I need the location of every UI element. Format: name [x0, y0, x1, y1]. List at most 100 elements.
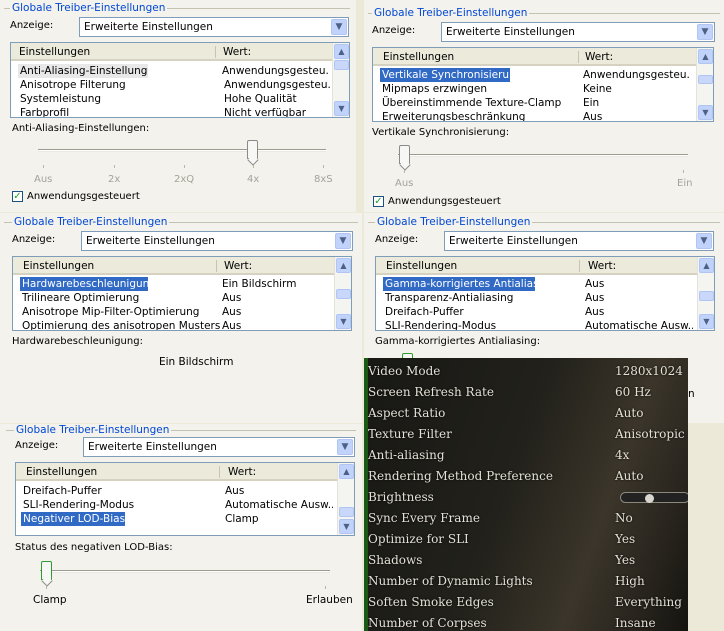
scroll-thumb[interactable] — [339, 507, 354, 517]
list-item[interactable]: Erweiterungsbeschränkung Aus — [376, 110, 696, 121]
brightness-slider[interactable] — [620, 492, 688, 503]
scroll-up-icon[interactable]: ▲ — [336, 258, 351, 273]
scroll-down-icon[interactable]: ▼ — [699, 314, 714, 329]
group-title: Globale Treiber-Einstellungen — [10, 2, 168, 14]
vsync-slider-thumb[interactable] — [399, 145, 410, 164]
list-scrollbar[interactable]: ▲ ▼ — [337, 463, 354, 535]
game-settings-menu: Video Mode 1280x1024 Screen Refresh Rate 6… — [364, 358, 688, 631]
col-value-header[interactable]: Wert: — [588, 260, 616, 272]
col-value-header[interactable]: Wert: — [585, 51, 613, 63]
menu-row-aspect-ratio[interactable]: Aspect Ratio Auto — [368, 403, 688, 424]
view-dropdown[interactable]: Erweiterte Einstellungen ▼ — [83, 437, 355, 457]
checkbox-label[interactable]: Anwendungsgesteuert — [27, 191, 140, 202]
chevron-down-icon[interactable]: ▼ — [696, 233, 712, 249]
aa-slider-track[interactable] — [38, 149, 326, 152]
scroll-down-icon[interactable]: ▼ — [698, 105, 713, 120]
tick-label: Clamp — [33, 594, 67, 606]
aa-slider-thumb[interactable] — [247, 140, 258, 159]
view-label: Anzeige: — [10, 20, 54, 31]
scroll-up-icon[interactable]: ▲ — [334, 44, 349, 59]
scroll-up-icon[interactable]: ▲ — [339, 464, 354, 479]
vsync-slider-track[interactable] — [398, 154, 688, 157]
settings-list[interactable]: Einstellungen Wert: Dreifach-Puffer Aus S… — [15, 462, 355, 536]
lod-bias-slider-track[interactable] — [40, 570, 330, 573]
list-item[interactable]: Optimierung des anisotropen Musters Aus — [16, 319, 334, 330]
menu-row-video-mode[interactable]: Video Mode 1280x1024 — [368, 361, 688, 382]
menu-row-dynamic-lights[interactable]: Number of Dynamic Lights High — [368, 571, 688, 592]
list-item[interactable]: Systemleistung Hohe Qualität — [14, 92, 332, 106]
list-item[interactable]: Übereinstimmende Texture-Clamp Ein — [376, 96, 696, 110]
settings-list[interactable]: Einstellungen Wert: Vertikale Synchronis… — [372, 47, 714, 122]
list-item[interactable]: Negativer LOD-Bias Clamp — [19, 512, 337, 526]
list-item[interactable]: Dreifach-Puffer Aus — [379, 305, 697, 319]
group-title: Globale Treiber-Einstellungen — [14, 424, 172, 436]
chevron-down-icon[interactable]: ▼ — [337, 439, 353, 455]
col-settings-header[interactable]: Einstellungen — [386, 260, 457, 272]
settings-list[interactable]: Einstellungen Wert: Hardwarebeschleunigu… — [12, 256, 352, 331]
list-scrollbar[interactable]: ▲ ▼ — [697, 257, 714, 330]
list-item[interactable]: Gamma-korrigiertes AntialiasingAus — [379, 277, 697, 291]
list-scrollbar[interactable]: ▲ ▼ — [332, 43, 349, 117]
menu-row-rendering-method[interactable]: Rendering Method Preference Auto — [368, 466, 688, 487]
list-item[interactable]: Trilineare Optimierung Aus — [16, 291, 334, 305]
list-scrollbar[interactable]: ▲ ▼ — [696, 48, 713, 121]
col-settings-header[interactable]: Einstellungen — [26, 466, 97, 478]
view-dropdown-value: Erweiterte Einstellungen — [446, 26, 575, 38]
view-dropdown[interactable]: Erweiterte Einstellungen ▼ — [441, 22, 715, 42]
checkbox-label[interactable]: Anwendungsgesteuert — [388, 196, 501, 207]
col-settings-header[interactable]: Einstellungen — [383, 51, 454, 63]
list-item[interactable]: Anti-Aliasing-Einstellungen Anwendungsges… — [14, 64, 332, 78]
chevron-down-icon[interactable]: ▼ — [335, 233, 351, 249]
scroll-down-icon[interactable]: ▼ — [339, 519, 354, 534]
chevron-down-icon[interactable]: ▼ — [331, 19, 347, 35]
menu-row-soften-smoke[interactable]: Soften Smoke Edges Everything — [368, 592, 688, 613]
scroll-up-icon[interactable]: ▲ — [699, 258, 714, 273]
app-controlled-checkbox[interactable]: ✓ — [12, 191, 23, 202]
col-value-header[interactable]: Wert: — [224, 260, 252, 272]
list-item[interactable]: Anisotrope Mip-Filter-Optimierung Aus — [16, 305, 334, 319]
menu-row-shadows[interactable]: Shadows Yes — [368, 550, 688, 571]
tick-label: 2x — [108, 174, 121, 185]
scroll-thumb[interactable] — [698, 75, 713, 84]
settings-list[interactable]: Einstellungen Wert: Anti-Aliasing-Einste… — [10, 42, 350, 118]
menu-row-refresh-rate[interactable]: Screen Refresh Rate 60 Hz — [368, 382, 688, 403]
list-item[interactable]: Hardwarebeschleunigung Ein Bildschirm — [16, 277, 334, 291]
col-value-header[interactable]: Wert: — [223, 46, 251, 58]
menu-row-anti-aliasing[interactable]: Anti-aliasing 4x — [368, 445, 688, 466]
view-label: Anzeige: — [12, 234, 56, 245]
view-dropdown[interactable]: Erweiterte Einstellungen ▼ — [444, 231, 714, 251]
menu-row-brightness[interactable]: Brightness — [368, 487, 688, 508]
menu-row-corpses[interactable]: Number of Corpses Insane — [368, 613, 688, 631]
scroll-up-icon[interactable]: ▲ — [698, 49, 713, 64]
brightness-slider-knob[interactable] — [645, 494, 654, 503]
detail-value: Ein Bildschirm — [159, 356, 234, 368]
list-item[interactable]: SLI-Rendering-Modus Automatische Ausw... — [379, 319, 697, 330]
list-item[interactable]: Mipmaps erzwingen Keine — [376, 82, 696, 96]
list-item[interactable]: Vertikale Synchronisierung Anwendungsgest… — [376, 68, 696, 82]
menu-row-texture-filter[interactable]: Texture Filter Anisotropic — [368, 424, 688, 445]
menu-row-optimize-sli[interactable]: Optimize for SLI Yes — [368, 529, 688, 550]
scroll-down-icon[interactable]: ▼ — [334, 101, 349, 116]
view-dropdown[interactable]: Erweiterte Einstellungen ▼ — [79, 17, 349, 37]
col-settings-header[interactable]: Einstellungen — [19, 46, 90, 58]
partial-value: n — [688, 388, 695, 400]
col-value-header[interactable]: Wert: — [228, 466, 256, 478]
scroll-thumb[interactable] — [336, 289, 351, 299]
scroll-thumb[interactable] — [334, 60, 349, 70]
chevron-down-icon[interactable]: ▼ — [697, 24, 713, 40]
menu-row-sync-every-frame[interactable]: Sync Every Frame No — [368, 508, 688, 529]
lod-bias-slider-thumb[interactable] — [41, 561, 52, 580]
view-dropdown[interactable]: Erweiterte Einstellungen ▼ — [81, 231, 353, 251]
scroll-down-icon[interactable]: ▼ — [336, 314, 351, 329]
list-item[interactable]: SLI-Rendering-Modus Automatische Ausw... — [19, 498, 337, 512]
app-controlled-checkbox[interactable]: ✓ — [373, 196, 384, 207]
list-scrollbar[interactable]: ▲ ▼ — [334, 257, 351, 330]
list-item[interactable]: Farbprofil Nicht verfügbar — [14, 106, 332, 117]
list-item[interactable]: Dreifach-Puffer Aus — [19, 484, 337, 498]
list-item[interactable]: Anisotrope Filterung Anwendungsgesteu... — [14, 78, 332, 92]
settings-list[interactable]: Einstellungen Wert: Gamma-korrigiertes A… — [375, 256, 715, 331]
col-settings-header[interactable]: Einstellungen — [23, 260, 94, 272]
driver-settings-panel-3: Globale Treiber-Einstellungen Anzeige: E… — [0, 213, 362, 423]
scroll-thumb[interactable] — [699, 291, 714, 301]
list-item[interactable]: Transparenz-Antialiasing Aus — [379, 291, 697, 305]
